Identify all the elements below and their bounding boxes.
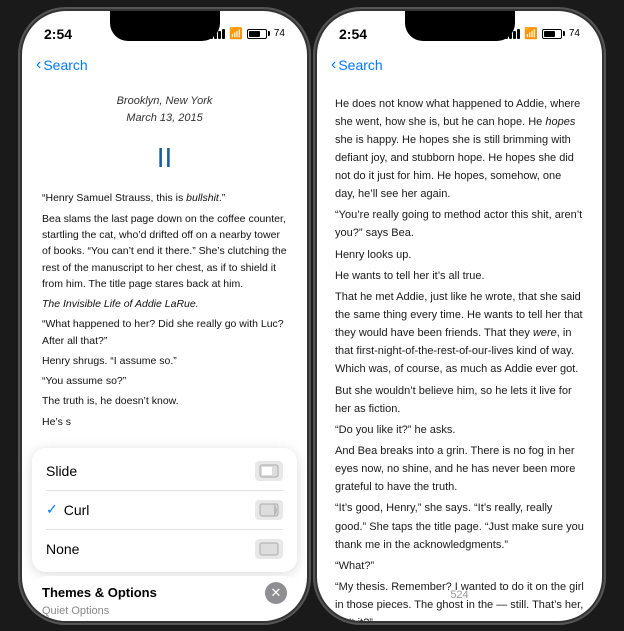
book-para-0: “Henry Samuel Strauss, this is bullshit.…: [42, 190, 287, 206]
transition-none-label: None: [46, 541, 79, 557]
book-para-3: “What happened to her? Did she really go…: [42, 316, 287, 349]
back-label-left: Search: [43, 57, 87, 73]
transition-none[interactable]: None: [32, 530, 297, 568]
nav-bar-left[interactable]: ‹ Search: [22, 47, 307, 83]
book-text-left: “Henry Samuel Strauss, this is bullshit.…: [42, 190, 287, 429]
right-para-1: “You’re really going to method actor thi…: [335, 206, 584, 242]
right-para-7: And Bea breaks into a grin. There is no …: [335, 442, 584, 496]
transition-slide-label: Slide: [46, 463, 77, 479]
book-content-left: Brooklyn, New York March 13, 2015 II “He…: [22, 83, 307, 444]
battery-icon: [247, 29, 270, 39]
reading-content-right: He does not know what happened to Addie,…: [317, 83, 602, 621]
back-chevron-icon-right: ‹: [331, 56, 336, 74]
right-para-4: That he met Addie, just like he wrote, t…: [335, 288, 584, 379]
nav-bar-right[interactable]: ‹ Search: [317, 47, 602, 83]
book-para-2: The Invisible Life of Addie LaRue.: [42, 296, 287, 312]
right-para-5: But she wouldn’t believe him, so he lets…: [335, 382, 584, 418]
wifi-icon-right: 📶: [524, 27, 538, 40]
right-para-8: “It’s good, Henry,” she says. “It’s real…: [335, 499, 584, 553]
battery-icon-right: [542, 29, 565, 39]
book-para-7: He’s s: [42, 414, 287, 430]
right-para-2: Henry looks up.: [335, 246, 584, 264]
transition-curl[interactable]: ✓ Curl: [32, 491, 297, 529]
themes-title: Themes & Options: [42, 585, 157, 600]
themes-title-row: Themes & Options ✕: [42, 582, 287, 604]
none-icon: [255, 539, 283, 559]
battery-percent-right: 74: [569, 28, 580, 39]
back-chevron-icon: ‹: [36, 56, 41, 74]
right-para-6: “Do you like it?” he asks.: [335, 421, 584, 439]
book-para-5: “You assume so?”: [42, 373, 287, 389]
battery-percent: 74: [274, 28, 285, 39]
back-label-right: Search: [338, 57, 382, 73]
chapter-number: II: [42, 136, 287, 181]
themes-subtitle: Quiet Options: [42, 605, 287, 617]
transition-curl-label: Curl: [64, 502, 90, 518]
close-button[interactable]: ✕: [265, 582, 287, 604]
transition-slide[interactable]: Slide: [32, 452, 297, 490]
notch: [110, 11, 220, 41]
book-para-6: The truth is, he doesn’t know.: [42, 393, 287, 409]
status-icons-left: 📶 74: [210, 27, 285, 40]
time-left: 2:54: [44, 26, 72, 42]
right-phone: 2:54 📶 74 ‹: [317, 11, 602, 621]
page-number: 524: [317, 589, 602, 601]
curl-icon: [255, 500, 283, 520]
right-para-0: He does not know what happened to Addie,…: [335, 95, 584, 204]
wifi-icon: 📶: [229, 27, 243, 40]
status-icons-right: 📶 74: [505, 27, 580, 40]
back-button-left[interactable]: ‹ Search: [36, 56, 88, 74]
left-phone: 2:54 📶 74 ‹: [22, 11, 307, 621]
transition-panel: Slide ✓ Curl: [32, 448, 297, 572]
notch-right: [405, 11, 515, 41]
checkmark-icon: ✓: [46, 501, 58, 518]
book-header: Brooklyn, New York March 13, 2015: [42, 93, 287, 128]
right-para-3: He wants to tell her it’s all true.: [335, 267, 584, 285]
time-right: 2:54: [339, 26, 367, 42]
phones-container: 2:54 📶 74 ‹: [22, 11, 602, 621]
back-button-right[interactable]: ‹ Search: [331, 56, 383, 74]
book-para-1: Bea slams the last page down on the coff…: [42, 211, 287, 292]
book-para-4: Henry shrugs. “I assume so.”: [42, 353, 287, 369]
slide-icon: [255, 461, 283, 481]
themes-header: Themes & Options ✕ Quiet Options: [32, 576, 297, 621]
book-location-line2: March 13, 2015: [42, 110, 287, 128]
book-location-line1: Brooklyn, New York: [42, 93, 287, 111]
right-para-9: “What?”: [335, 557, 584, 575]
